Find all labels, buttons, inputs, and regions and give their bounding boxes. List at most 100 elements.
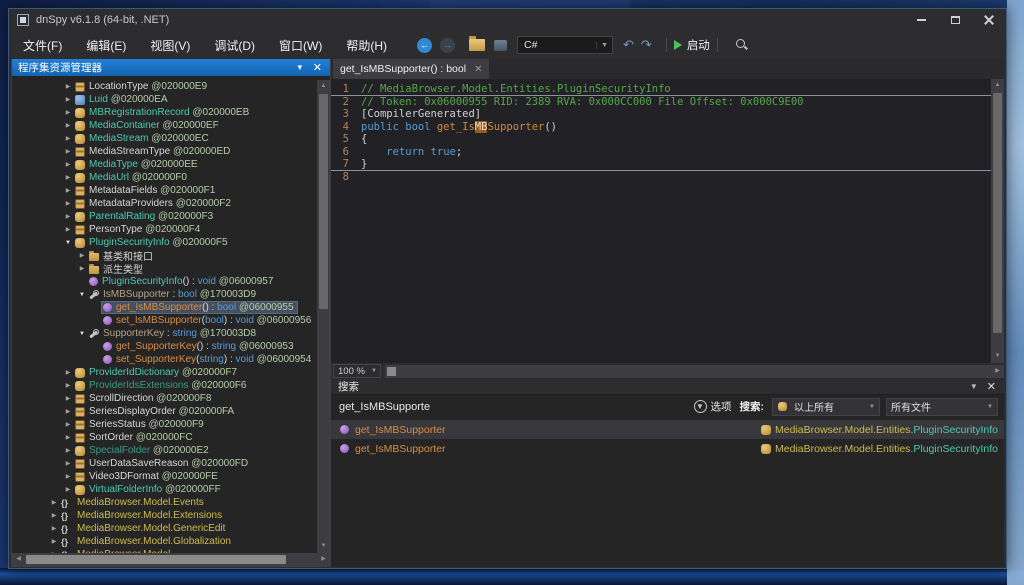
tree-item[interactable]: ▶Luid @020000EA bbox=[12, 93, 330, 106]
tree-vertical-scrollbar[interactable]: ▲ ▼ bbox=[317, 80, 330, 553]
scroll-right-icon[interactable]: ▶ bbox=[317, 553, 330, 566]
tab-close-icon[interactable]: ✕ bbox=[474, 64, 482, 75]
expander-collapsed-icon[interactable]: ▶ bbox=[62, 226, 74, 233]
code-line[interactable]: 7} bbox=[331, 158, 991, 171]
expander-collapsed-icon[interactable]: ▶ bbox=[62, 122, 74, 129]
expander-collapsed-icon[interactable]: ▶ bbox=[62, 421, 74, 428]
panel-menu-icon[interactable]: ▼ bbox=[965, 382, 983, 391]
expander-collapsed-icon[interactable]: ▶ bbox=[62, 369, 74, 376]
editor-vertical-scrollbar[interactable]: ▲ ▼ bbox=[991, 79, 1004, 363]
zoom-level-select[interactable]: 100 % ▼ bbox=[333, 364, 381, 378]
expander-collapsed-icon[interactable]: ▶ bbox=[62, 486, 74, 493]
navigate-forward-icon[interactable]: → bbox=[440, 38, 455, 53]
search-icon[interactable] bbox=[735, 38, 749, 52]
tree-item[interactable]: get_IsMBSupporter() : bool @06000955 bbox=[12, 301, 330, 314]
close-button[interactable] bbox=[972, 9, 1006, 31]
tree-item[interactable]: ▶ParentalRating @020000F3 bbox=[12, 210, 330, 223]
tree-item[interactable]: ▼PluginSecurityInfo @020000F5 bbox=[12, 236, 330, 249]
expander-collapsed-icon[interactable]: ▶ bbox=[62, 213, 74, 220]
expander-collapsed-icon[interactable]: ▶ bbox=[62, 408, 74, 415]
language-select[interactable]: C# ▼ bbox=[517, 36, 613, 54]
start-button[interactable]: 启动 bbox=[687, 37, 710, 53]
search-panel-header[interactable]: 搜索 ▼ ✕ bbox=[331, 379, 1004, 394]
menu-item[interactable]: 编辑(E) bbox=[86, 39, 126, 53]
tree-item[interactable]: ▶MediaUrl @020000F0 bbox=[12, 171, 330, 184]
expander-collapsed-icon[interactable]: ▶ bbox=[62, 96, 74, 103]
expander-expanded-icon[interactable]: ▼ bbox=[62, 240, 74, 246]
tree-item[interactable]: ▼IsMBSupporter : bool @170003D9 bbox=[12, 288, 330, 301]
code-line[interactable]: 1// MediaBrowser.Model.Entities.PluginSe… bbox=[331, 83, 991, 96]
tree-item[interactable]: ▶MediaContainer @020000EF bbox=[12, 119, 330, 132]
tree-item[interactable]: ▶{}MediaBrowser.Model.Extensions bbox=[12, 509, 330, 522]
panel-menu-icon[interactable]: ▼ bbox=[291, 63, 309, 72]
tree-item[interactable]: ▶{}MediaBrowser.Model.Events bbox=[12, 496, 330, 509]
maximize-button[interactable] bbox=[938, 9, 972, 31]
tree-item[interactable]: ▶MetadataProviders @020000F2 bbox=[12, 197, 330, 210]
tree-item[interactable]: ▶MediaStream @020000EC bbox=[12, 132, 330, 145]
search-result-row[interactable]: get_IsMBSupporterMediaBrowser.Model.Enti… bbox=[331, 439, 1004, 458]
scroll-left-icon[interactable]: ◀ bbox=[12, 553, 25, 566]
editor-horizontal-scrollbar[interactable]: ▶ bbox=[385, 365, 1004, 378]
code-line[interactable]: 3[CompilerGenerated] bbox=[331, 108, 991, 121]
scroll-down-icon[interactable]: ▼ bbox=[317, 540, 330, 553]
tree-item[interactable]: ▶UserDataSaveReason @020000FD bbox=[12, 457, 330, 470]
menu-item[interactable]: 帮助(H) bbox=[346, 39, 387, 53]
tree-horizontal-scrollbar[interactable]: ◀ ▶ bbox=[12, 553, 330, 566]
tree-item[interactable]: ▶MediaType @020000EE bbox=[12, 158, 330, 171]
expander-expanded-icon[interactable]: ▼ bbox=[76, 292, 88, 298]
tree-item[interactable]: set_SupporterKey(string) : void @0600095… bbox=[12, 353, 330, 366]
options-button[interactable]: 选项 bbox=[711, 399, 732, 414]
start-play-icon[interactable] bbox=[674, 40, 682, 50]
tab-get-ismbsupporter[interactable]: get_IsMBSupporter() : bool ✕ bbox=[333, 59, 489, 79]
expander-expanded-icon[interactable]: ▼ bbox=[76, 331, 88, 337]
expander-collapsed-icon[interactable]: ▶ bbox=[48, 499, 60, 506]
tree-item[interactable]: ▶ScrollDirection @020000F8 bbox=[12, 392, 330, 405]
open-file-icon[interactable] bbox=[469, 39, 485, 51]
expander-collapsed-icon[interactable]: ▶ bbox=[62, 135, 74, 142]
code-line[interactable]: 4public bool get_IsMBSupporter() bbox=[331, 121, 991, 134]
menu-item[interactable]: 文件(F) bbox=[23, 39, 62, 53]
tree-item[interactable]: ▶基类和接口 bbox=[12, 249, 330, 262]
expander-collapsed-icon[interactable]: ▶ bbox=[48, 525, 60, 532]
menu-item[interactable]: 视图(V) bbox=[150, 39, 190, 53]
expander-collapsed-icon[interactable]: ▶ bbox=[62, 174, 74, 181]
tree-item[interactable]: ▶VirtualFolderInfo @020000FF bbox=[12, 483, 330, 496]
expander-collapsed-icon[interactable]: ▶ bbox=[62, 109, 74, 116]
panel-close-icon[interactable]: ✕ bbox=[983, 380, 1000, 393]
tree-item[interactable]: ▶MBRegistrationRecord @020000EB bbox=[12, 106, 330, 119]
tree-item[interactable]: ▶PersonType @020000F4 bbox=[12, 223, 330, 236]
tree-item[interactable]: ▶SeriesStatus @020000F9 bbox=[12, 418, 330, 431]
expander-collapsed-icon[interactable]: ▶ bbox=[62, 434, 74, 441]
expander-collapsed-icon[interactable]: ▶ bbox=[76, 265, 88, 272]
tree-item[interactable]: ▶派生类型 bbox=[12, 262, 330, 275]
expander-collapsed-icon[interactable]: ▶ bbox=[62, 83, 74, 90]
expander-collapsed-icon[interactable]: ▶ bbox=[62, 187, 74, 194]
undo-icon[interactable]: ↶ bbox=[623, 37, 634, 53]
expander-collapsed-icon[interactable]: ▶ bbox=[62, 200, 74, 207]
tree-item[interactable]: ▶MetadataFields @020000F1 bbox=[12, 184, 330, 197]
tree-item[interactable]: ▶SpecialFolder @020000E2 bbox=[12, 444, 330, 457]
code-line[interactable]: 2// Token: 0x06000955 RID: 2389 RVA: 0x0… bbox=[331, 96, 991, 109]
tree-item[interactable]: ▶ProviderIdsExtensions @020000F6 bbox=[12, 379, 330, 392]
tree-item[interactable]: set_IsMBSupporter(bool) : void @06000956 bbox=[12, 314, 330, 327]
navigate-back-icon[interactable]: ← bbox=[417, 38, 432, 53]
tree-item[interactable]: ▶Video3DFormat @020000FE bbox=[12, 470, 330, 483]
code-line[interactable]: 6 return true; bbox=[331, 146, 991, 159]
scroll-up-icon[interactable]: ▲ bbox=[317, 80, 330, 93]
tree-item[interactable]: ▶SortOrder @020000FC bbox=[12, 431, 330, 444]
expander-collapsed-icon[interactable]: ▶ bbox=[48, 538, 60, 545]
tree-item[interactable]: ▶MediaStreamType @020000ED bbox=[12, 145, 330, 158]
minimize-button[interactable] bbox=[904, 9, 938, 31]
expander-collapsed-icon[interactable]: ▶ bbox=[62, 460, 74, 467]
expander-collapsed-icon[interactable]: ▶ bbox=[62, 161, 74, 168]
expander-collapsed-icon[interactable]: ▶ bbox=[62, 473, 74, 480]
expander-collapsed-icon[interactable]: ▶ bbox=[62, 447, 74, 454]
options-chevron-icon[interactable]: ▼ bbox=[694, 400, 707, 413]
modules-icon[interactable] bbox=[494, 40, 507, 51]
panel-close-icon[interactable]: ✕ bbox=[309, 61, 326, 74]
tree-item[interactable]: ▶{}MediaBrowser.Model.GenericEdit bbox=[12, 522, 330, 535]
search-result-row[interactable]: get_IsMBSupporterMediaBrowser.Model.Enti… bbox=[331, 420, 1004, 439]
tree-item[interactable]: ▶LocationType @020000E9 bbox=[12, 80, 330, 93]
expander-collapsed-icon[interactable]: ▶ bbox=[48, 512, 60, 519]
expander-collapsed-icon[interactable]: ▶ bbox=[62, 395, 74, 402]
